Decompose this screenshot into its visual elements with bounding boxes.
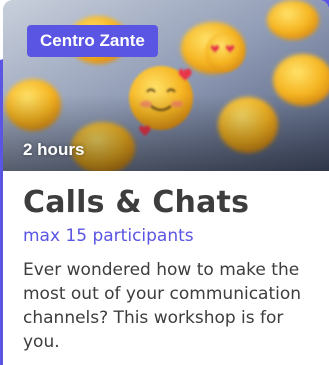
workshop-title[interactable]: Calls & Chats [23,184,249,222]
duration-label: 2 hours [23,140,85,159]
workshop-description: Ever wondered how to make the most out o… [23,260,302,352]
workshop-card[interactable]: Centro Zante 2 hours Calls & Chats max 1… [3,0,329,365]
workshop-card-stage: Centro Zante 2 hours Calls & Chats max 1… [0,0,329,365]
location-badge[interactable]: Centro Zante [27,25,158,57]
participants-limit: max 15 participants [23,226,194,246]
workshop-image: Centro Zante 2 hours [3,0,329,171]
